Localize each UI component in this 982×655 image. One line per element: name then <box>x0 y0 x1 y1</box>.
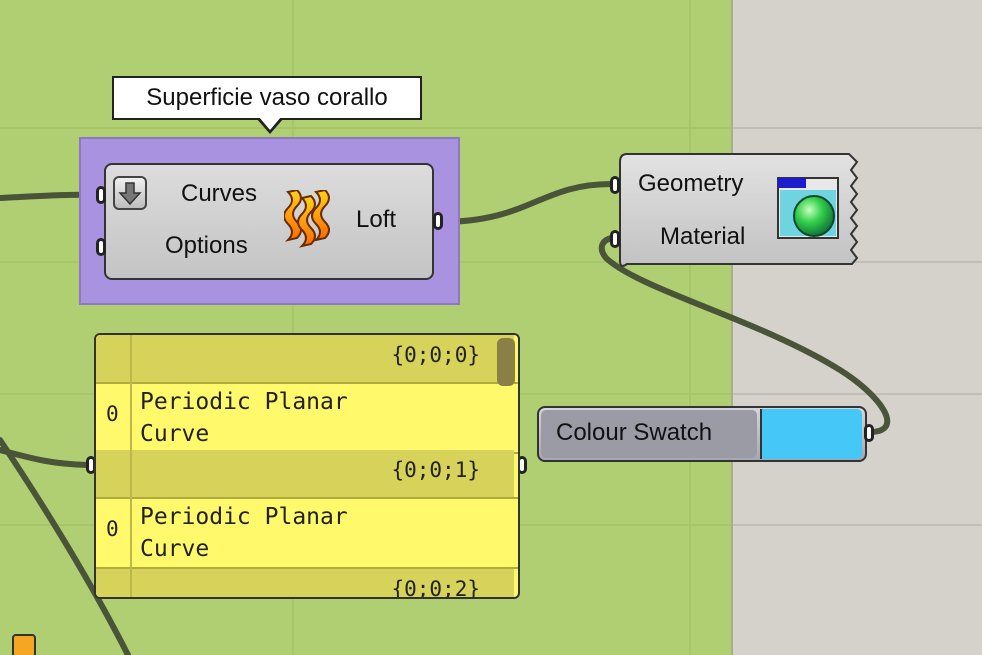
item-index: 0 <box>106 517 119 541</box>
geometry-input-grip[interactable] <box>610 176 620 194</box>
index-column-divider <box>130 335 132 597</box>
colour-swatch-label: Colour Swatch <box>556 419 713 446</box>
curves-input-label: Curves <box>181 180 258 207</box>
loft-output-grip[interactable] <box>433 212 443 230</box>
panel-scrollbar[interactable] <box>497 338 515 386</box>
wire-loft-to-geometry <box>437 181 615 225</box>
loft-output-label: Loft <box>356 206 397 233</box>
swatch-output-grip[interactable] <box>864 424 874 442</box>
flatten-down-arrow-icon[interactable] <box>113 176 147 210</box>
item-index: 0 <box>106 402 119 426</box>
partial-component-icon[interactable] <box>12 634 36 655</box>
data-panel[interactable]: {0;0;0} 0 Periodic Planar Curve {0;0;1} … <box>94 333 520 599</box>
preview-sphere-icon <box>776 176 840 244</box>
options-input-label: Options <box>165 232 248 259</box>
panel-branch-header: {0;0;0} <box>96 335 514 382</box>
panel-branch-header: {0;0;1} <box>96 450 514 497</box>
loft-icon <box>283 188 336 254</box>
item-value: Periodic Planar Curve <box>140 504 348 562</box>
panel-branch-header: {0;0;2} <box>96 569 514 599</box>
curves-input-grip[interactable] <box>96 186 106 204</box>
material-input-grip[interactable] <box>610 230 620 248</box>
options-input-grip[interactable] <box>96 238 106 256</box>
item-value: Periodic Planar Curve <box>140 389 348 447</box>
branch-path: {0;0;2} <box>391 577 480 599</box>
group-tooltip: Superficie vaso corallo <box>112 76 422 120</box>
grasshopper-canvas[interactable]: Superficie vaso corallo Curves Options L… <box>0 0 982 655</box>
branch-path: {0;0;0} <box>391 343 480 367</box>
branch-path: {0;0;1} <box>391 458 480 482</box>
geometry-input-label: Geometry <box>638 170 744 197</box>
panel-data-row: 0 Periodic Planar Curve <box>96 384 514 452</box>
tooltip-text: Superficie vaso corallo <box>146 84 388 111</box>
swatch-color-preview[interactable] <box>760 409 862 459</box>
material-input-label: Material <box>660 223 746 250</box>
panel-data-row: 0 Periodic Planar Curve <box>96 499 514 567</box>
tooltip-pointer-fill <box>259 117 281 130</box>
